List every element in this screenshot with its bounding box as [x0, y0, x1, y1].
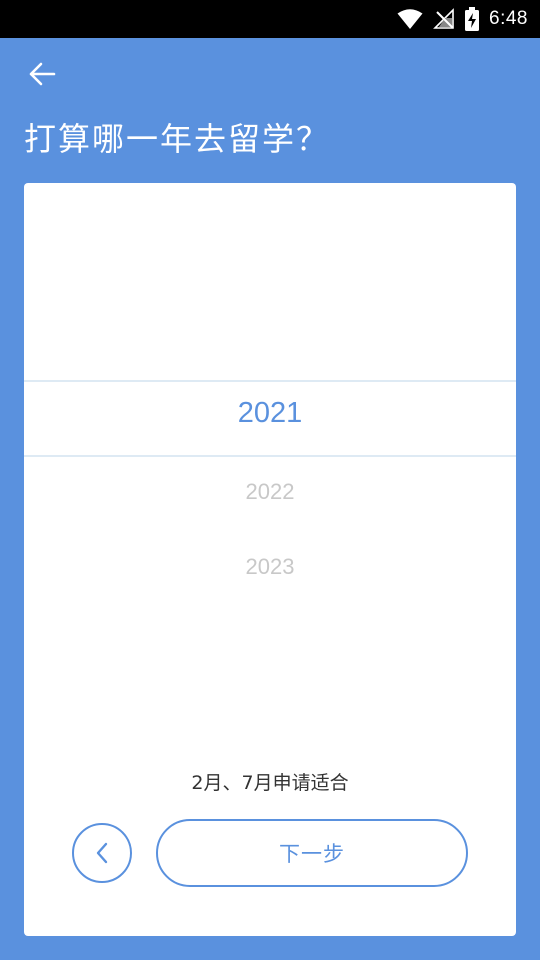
picker-selection-line-top [24, 380, 516, 382]
year-picker[interactable]: 2021 2022 2023 [24, 183, 516, 803]
no-signal-icon [433, 8, 455, 30]
picker-option[interactable]: 2023 [24, 554, 516, 580]
picker-selection-line-bottom [24, 455, 516, 457]
next-step-button[interactable]: 下一步 [156, 819, 468, 887]
status-icons: 6:48 [397, 0, 528, 38]
arrow-left-icon [28, 61, 56, 87]
page-title: 打算哪一年去留学？ [24, 120, 331, 158]
application-hint: 2月、7月申请适合 [191, 772, 349, 794]
next-step-label: 下一步 [279, 842, 345, 866]
chevron-left-icon [94, 841, 110, 865]
year-selection-card: 2021 2022 2023 2月、7月申请适合 下一步 [24, 183, 516, 936]
status-time: 6:48 [489, 8, 528, 29]
picker-option[interactable]: 2022 [24, 479, 516, 505]
wifi-icon [397, 8, 423, 30]
battery-charging-icon [465, 7, 480, 31]
previous-button[interactable] [72, 823, 132, 883]
back-button[interactable] [22, 56, 62, 92]
picker-option-selected[interactable]: 2021 [24, 397, 516, 430]
status-bar: 6:48 [0, 0, 540, 38]
